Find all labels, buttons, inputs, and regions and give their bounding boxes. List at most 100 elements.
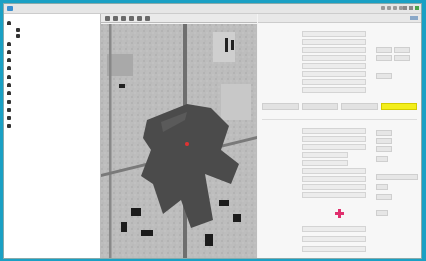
form-row bbox=[258, 151, 348, 158]
text-field[interactable] bbox=[302, 54, 366, 61]
text-field[interactable] bbox=[302, 30, 366, 37]
refresh-icon[interactable] bbox=[381, 6, 385, 10]
side-button[interactable] bbox=[376, 73, 392, 79]
settings-icon[interactable] bbox=[387, 6, 391, 10]
tree-item[interactable] bbox=[7, 115, 13, 120]
text-field[interactable] bbox=[302, 78, 366, 85]
folder-icon bbox=[16, 27, 20, 32]
text-field[interactable] bbox=[302, 86, 366, 93]
text-field[interactable] bbox=[302, 62, 366, 69]
text-field[interactable] bbox=[302, 46, 366, 53]
tab[interactable] bbox=[341, 103, 378, 110]
side-button[interactable] bbox=[376, 138, 392, 144]
title-bar bbox=[4, 4, 421, 14]
building bbox=[121, 222, 127, 232]
text-field[interactable] bbox=[302, 159, 348, 166]
panel-action-button[interactable] bbox=[410, 16, 418, 20]
section-header bbox=[262, 114, 417, 120]
person-icon bbox=[7, 20, 11, 25]
tree-item[interactable] bbox=[16, 33, 22, 38]
draw-tool-icon[interactable] bbox=[145, 15, 150, 21]
tree-item[interactable] bbox=[7, 65, 13, 70]
text-field[interactable] bbox=[302, 191, 366, 198]
building bbox=[233, 214, 241, 222]
tree-item[interactable] bbox=[7, 41, 13, 46]
form-row bbox=[258, 62, 366, 69]
map-view[interactable] bbox=[101, 24, 257, 258]
form-row bbox=[258, 143, 366, 150]
person-icon bbox=[7, 82, 11, 87]
panel-tabs bbox=[262, 103, 417, 110]
zoom-in-icon[interactable] bbox=[113, 15, 118, 21]
tree-item[interactable] bbox=[7, 20, 17, 25]
text-field[interactable] bbox=[302, 127, 366, 134]
text-field[interactable] bbox=[302, 167, 366, 174]
form-row bbox=[258, 30, 366, 37]
zoom-out-icon[interactable] bbox=[121, 15, 126, 21]
side-button[interactable] bbox=[376, 130, 392, 136]
text-field[interactable] bbox=[302, 245, 366, 252]
tree-item[interactable] bbox=[16, 27, 22, 32]
form-row bbox=[258, 191, 366, 198]
text-field[interactable] bbox=[302, 135, 366, 142]
person-icon bbox=[7, 74, 11, 79]
side-button[interactable] bbox=[376, 194, 392, 200]
title-toolbar bbox=[381, 6, 403, 10]
building bbox=[219, 200, 229, 206]
aerial-map[interactable] bbox=[101, 24, 257, 258]
tree-item[interactable] bbox=[7, 57, 13, 62]
text-field[interactable] bbox=[302, 143, 366, 150]
pan-tool-icon[interactable] bbox=[105, 15, 110, 21]
user-icon[interactable] bbox=[393, 6, 397, 10]
text-field[interactable] bbox=[302, 70, 366, 77]
select-tool-icon[interactable] bbox=[129, 15, 134, 21]
folder-icon bbox=[16, 33, 20, 38]
form-row bbox=[258, 225, 366, 232]
form-row bbox=[258, 38, 366, 45]
side-button[interactable] bbox=[376, 184, 388, 190]
side-button[interactable] bbox=[376, 146, 392, 152]
minimize-button[interactable] bbox=[403, 6, 407, 10]
person-icon bbox=[7, 41, 11, 46]
tree-item[interactable] bbox=[7, 99, 13, 104]
tree-item[interactable] bbox=[7, 49, 13, 54]
tree-item[interactable] bbox=[7, 107, 13, 112]
form-row bbox=[258, 245, 366, 252]
text-field[interactable] bbox=[302, 151, 348, 158]
tree-item[interactable] bbox=[7, 82, 13, 87]
tree-item[interactable] bbox=[7, 123, 13, 128]
side-button[interactable] bbox=[376, 210, 388, 216]
form-row bbox=[258, 183, 366, 190]
folder-icon bbox=[7, 107, 11, 112]
side-button[interactable] bbox=[376, 47, 392, 53]
attribute-panel bbox=[258, 14, 421, 258]
text-field[interactable] bbox=[302, 225, 366, 232]
text-field[interactable] bbox=[302, 38, 366, 45]
form-row bbox=[258, 78, 366, 85]
person-icon bbox=[7, 49, 11, 54]
tab-active[interactable] bbox=[380, 103, 417, 110]
tab[interactable] bbox=[301, 103, 338, 110]
close-button[interactable] bbox=[415, 6, 419, 10]
side-button[interactable] bbox=[376, 174, 418, 180]
tree-item[interactable] bbox=[7, 90, 13, 95]
side-button[interactable] bbox=[394, 47, 410, 53]
side-button[interactable] bbox=[394, 55, 410, 61]
folder-icon bbox=[7, 115, 11, 120]
form-row bbox=[258, 86, 366, 93]
crosshair-icon[interactable] bbox=[335, 209, 344, 218]
panel-header bbox=[258, 14, 421, 23]
measure-tool-icon[interactable] bbox=[137, 15, 142, 21]
building bbox=[231, 40, 234, 50]
side-button[interactable] bbox=[376, 55, 392, 61]
maximize-button[interactable] bbox=[409, 6, 413, 10]
text-field[interactable] bbox=[302, 175, 366, 182]
text-field[interactable] bbox=[302, 183, 366, 190]
tab[interactable] bbox=[262, 103, 299, 110]
person-icon bbox=[7, 65, 11, 70]
location-marker-icon[interactable] bbox=[185, 142, 189, 146]
side-button[interactable] bbox=[376, 156, 388, 162]
text-field[interactable] bbox=[302, 235, 366, 242]
building bbox=[119, 84, 125, 88]
tree-item[interactable] bbox=[7, 74, 13, 79]
